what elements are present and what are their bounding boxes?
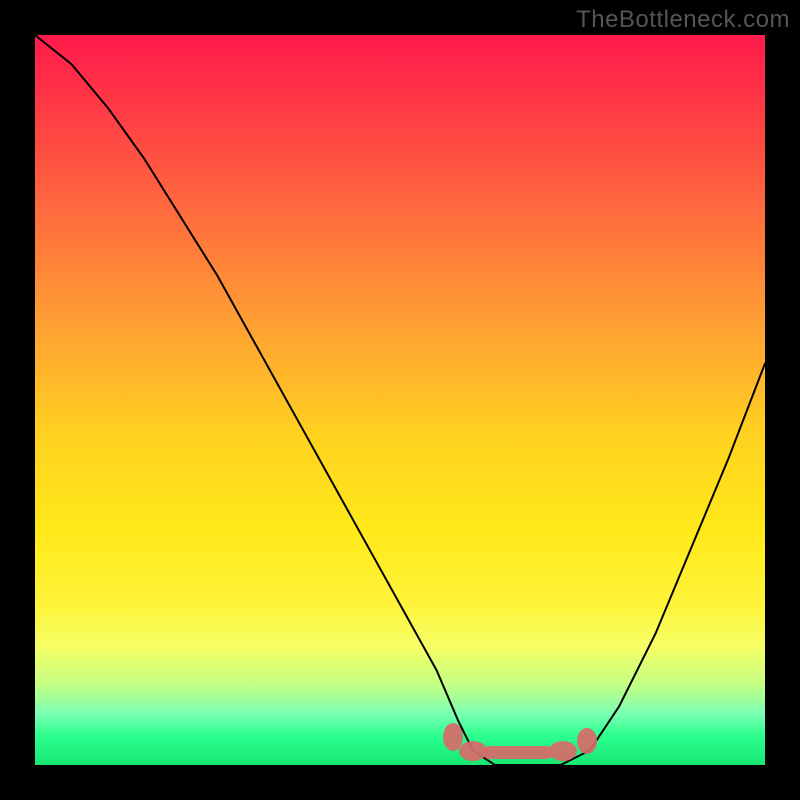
- optimal-zone-marker: [443, 723, 597, 761]
- plot-area: [35, 35, 765, 765]
- curve-layer: [35, 35, 765, 765]
- watermark-text: TheBottleneck.com: [576, 6, 790, 34]
- chart-frame: TheBottleneck.com: [0, 0, 800, 800]
- bottleneck-curve: [35, 35, 765, 765]
